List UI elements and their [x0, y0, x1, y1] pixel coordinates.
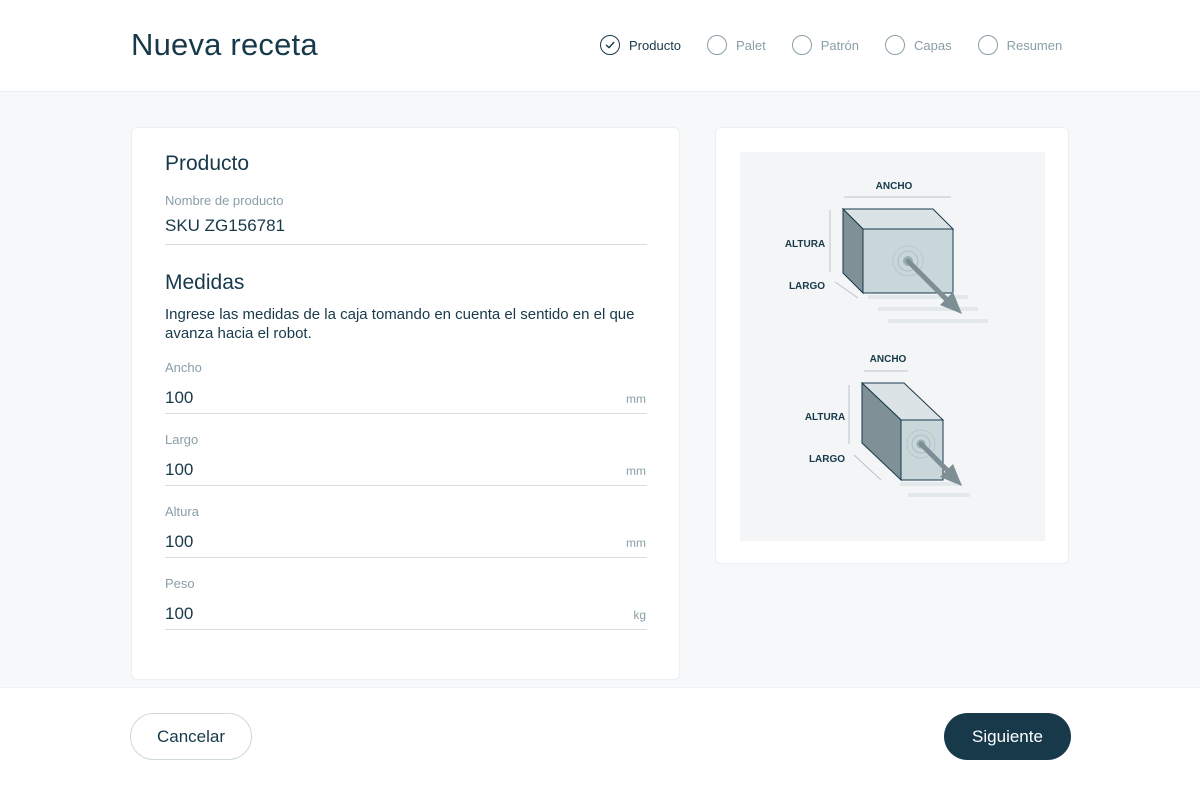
illustration-card: ANCHO ALTURA LARGO ANCHO ALTURA LARGO: [715, 127, 1069, 564]
cancel-button[interactable]: Cancelar: [130, 713, 252, 760]
largo-input[interactable]: 100: [165, 460, 193, 480]
step-label: Resumen: [1006, 37, 1063, 53]
bottom-altura-label: ALTURA: [805, 412, 845, 423]
top-largo-label: LARGO: [789, 281, 825, 292]
empty-circle-icon: [791, 35, 812, 55]
altura-unit: mm: [626, 536, 646, 550]
medidas-description: Ingrese las medidas de la caja tomando e…: [165, 306, 635, 342]
altura-input[interactable]: 100: [165, 532, 193, 552]
product-form-card: Producto Nombre de producto SKU ZG156781…: [131, 127, 680, 680]
box-diagram: ANCHO ALTURA LARGO ANCHO ALTURA LARGO: [785, 181, 988, 497]
medidas-heading: Medidas: [165, 271, 245, 294]
largo-label: Largo: [165, 432, 199, 447]
step-resumen[interactable]: Resumen: [977, 35, 1063, 55]
next-button[interactable]: Siguiente: [944, 713, 1071, 760]
top-ancho-label: ANCHO: [876, 181, 913, 192]
step-capas[interactable]: Capas: [885, 35, 952, 55]
largo-unit: mm: [626, 464, 646, 478]
divider: [165, 629, 647, 630]
product-name-label: Nombre de producto: [165, 193, 284, 208]
divider: [165, 244, 647, 245]
bottom-largo-label: LARGO: [809, 454, 845, 465]
empty-circle-icon: [977, 35, 998, 55]
producto-heading: Producto: [165, 152, 250, 175]
step-label: Palet: [736, 37, 766, 53]
step-palet[interactable]: Palet: [707, 35, 766, 55]
peso-label: Peso: [165, 576, 195, 591]
check-icon: [600, 35, 620, 55]
altura-label: Altura: [165, 504, 199, 519]
step-patron[interactable]: Patrón: [791, 35, 859, 55]
divider: [165, 557, 647, 558]
stepper: Producto Palet Patrón Capas Resumen: [600, 35, 1062, 55]
peso-unit: kg: [633, 608, 646, 622]
empty-circle-icon: [885, 35, 905, 55]
peso-input[interactable]: 100: [165, 604, 193, 624]
ancho-unit: mm: [626, 392, 646, 406]
ancho-input[interactable]: 100: [165, 388, 193, 408]
bottom-ancho-label: ANCHO: [870, 354, 907, 365]
divider: [165, 485, 647, 486]
page-title: Nueva receta: [131, 27, 318, 62]
footer: Cancelar Siguiente: [0, 687, 1200, 792]
step-label: Producto: [629, 37, 682, 53]
step-label: Capas: [914, 37, 952, 53]
product-name-input[interactable]: SKU ZG156781: [165, 216, 285, 236]
header: Nueva receta Producto Palet Patrón Capas…: [0, 0, 1200, 92]
box-orientation-illustration: ANCHO ALTURA LARGO ANCHO ALTURA LARGO: [740, 152, 1045, 541]
top-altura-label: ALTURA: [785, 239, 825, 250]
step-label: Patrón: [820, 37, 859, 53]
ancho-label: Ancho: [165, 360, 202, 375]
step-producto[interactable]: Producto: [600, 35, 681, 55]
divider: [165, 413, 647, 414]
empty-circle-icon: [707, 35, 728, 55]
